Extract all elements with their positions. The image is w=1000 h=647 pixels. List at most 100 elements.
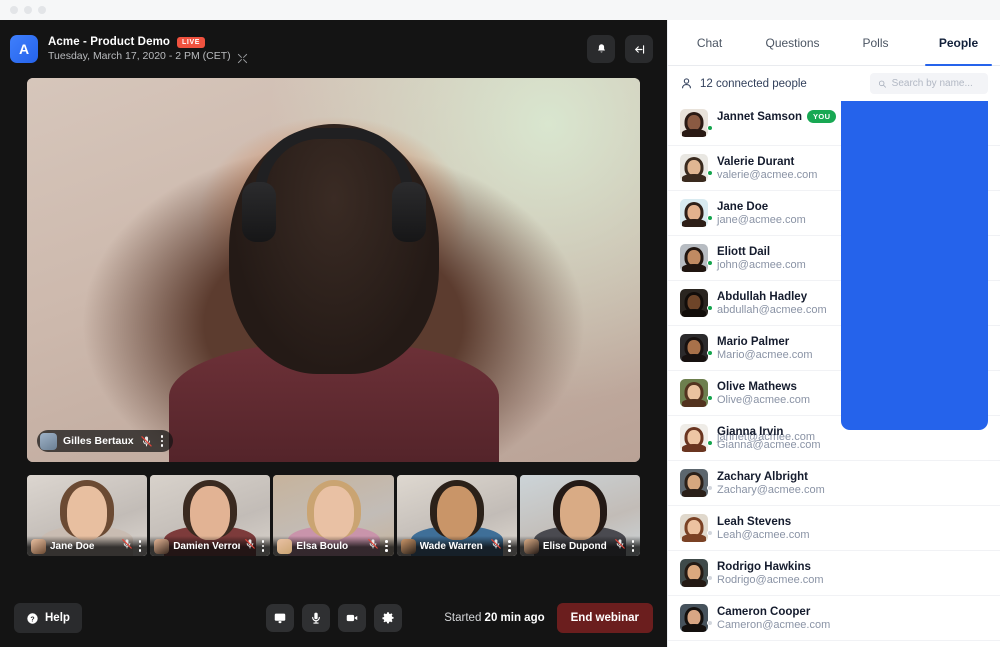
window-minimize-button[interactable]	[24, 6, 32, 14]
person-email: Rodrigo@acmee.com	[717, 573, 824, 586]
participant-thumbnail[interactable]: Jane Doe	[27, 475, 148, 556]
main-video-name-chip: Gilles Bertaux	[37, 430, 174, 452]
people-toolbar: 12 connected people	[668, 66, 1000, 101]
mic-off-icon[interactable]	[490, 537, 502, 555]
window-close-button[interactable]	[10, 6, 18, 14]
tab-people[interactable]: People	[917, 20, 1000, 66]
avatar	[31, 538, 46, 554]
person-email: Gianna@acmee.com	[717, 438, 821, 451]
help-button[interactable]: ? Help	[14, 603, 82, 633]
list-item[interactable]: Rodrigo Hawkins Rodrigo@acmee.com	[668, 551, 1000, 596]
kebab-menu-icon[interactable]	[383, 540, 390, 552]
stage-toolbar: ? Help Started 20 min ago End webinar	[0, 589, 667, 647]
person-info: Gianna Irvin Gianna@acmee.com	[717, 426, 821, 451]
search-input[interactable]	[891, 78, 980, 89]
window-maximize-button[interactable]	[38, 6, 46, 14]
person-name: Jane Doe	[717, 200, 769, 213]
person-email: Zachary@acmee.com	[717, 483, 825, 496]
svg-text:?: ?	[30, 616, 34, 623]
session-started-text: Started 20 min ago	[444, 612, 544, 624]
kebab-menu-icon[interactable]	[630, 540, 637, 552]
tab-chat[interactable]: Chat	[668, 20, 751, 65]
main-video-container: Gilles Bertaux	[0, 78, 667, 462]
microphone-icon	[311, 612, 320, 624]
person-name: Abdullah Hadley	[717, 290, 808, 303]
people-list[interactable]: Jannet SamsonYOUON STAGEjannet@acmee.com…	[668, 101, 1000, 647]
media-controls	[265, 604, 402, 632]
mic-off-icon[interactable]	[367, 537, 379, 555]
mic-off-icon[interactable]	[121, 537, 133, 555]
search-box[interactable]	[870, 73, 988, 94]
thumbnail-name-chip: Elsa Boulo	[273, 536, 394, 556]
main-video-tile[interactable]: Gilles Bertaux	[27, 78, 640, 462]
person-name: Olive Mathews	[717, 380, 797, 393]
thumbnail-participant-name: Elise Dupond	[542, 540, 607, 552]
tab-questions[interactable]: Questions	[751, 20, 834, 65]
list-item[interactable]: Leah Stevens Leah@acmee.com	[668, 506, 1000, 551]
avatar	[680, 334, 713, 362]
participant-thumbnail[interactable]: Wade Warren	[396, 475, 517, 556]
headphone-cup-left	[241, 181, 276, 242]
kebab-menu-icon[interactable]	[159, 435, 166, 447]
person-info: Cameron Cooper Cameron@acmee.com	[717, 606, 830, 631]
participant-thumbnail[interactable]: Damien Verron	[150, 475, 271, 556]
person-name: Zachary Albright	[717, 470, 808, 483]
status-indicator	[707, 620, 713, 626]
camera-button[interactable]	[337, 604, 366, 632]
mic-off-icon[interactable]	[614, 537, 626, 555]
settings-button[interactable]	[373, 604, 402, 632]
person-name: Cameron Cooper	[717, 605, 811, 618]
thumbnail-name-chip: Elise Dupond	[519, 536, 641, 556]
thumbnail-face	[67, 486, 108, 541]
person-name: Rodrigo Hawkins	[717, 560, 811, 573]
status-indicator	[707, 215, 713, 221]
kebab-menu-icon[interactable]	[260, 540, 267, 552]
avatar	[680, 199, 713, 227]
end-webinar-button[interactable]: End webinar	[556, 603, 653, 633]
status-indicator	[707, 485, 713, 491]
thumbnail-name-chip: Jane Doe	[27, 536, 148, 556]
connected-people-count: 12 connected people	[700, 77, 807, 90]
list-item[interactable]: Zachary Albright Zachary@acmee.com	[668, 461, 1000, 506]
status-indicator	[707, 125, 713, 131]
list-item[interactable]: Jannet SamsonYOUON STAGEjannet@acmee.com	[668, 101, 1000, 443]
webinar-header: A Acme - Product Demo LIVE Tuesday, Marc…	[0, 20, 667, 78]
thumbnail-face	[559, 486, 600, 541]
kebab-menu-icon[interactable]	[506, 540, 513, 552]
person-name: Mario Palmer	[717, 335, 790, 348]
avatar	[40, 432, 57, 450]
expand-icon[interactable]	[237, 51, 248, 63]
mic-off-icon[interactable]	[140, 435, 153, 448]
screen-share-button[interactable]	[265, 604, 294, 632]
window-chrome	[0, 0, 1000, 20]
kebab-menu-icon[interactable]	[137, 540, 144, 552]
person-email: john@acmee.com	[717, 258, 806, 271]
camera-icon	[346, 614, 357, 622]
collapse-panel-button[interactable]	[625, 35, 653, 63]
live-badge: LIVE	[177, 36, 206, 48]
person-name: Gianna Irvin	[717, 425, 784, 438]
question-mark-icon: ?	[27, 612, 38, 624]
participant-thumbnail[interactable]: Elise Dupond	[519, 475, 641, 556]
webinar-date: Tuesday, March 17, 2020 - 2 PM (CET)	[48, 50, 231, 62]
avatar	[523, 538, 539, 554]
microphone-button[interactable]	[301, 604, 330, 632]
screen-share-icon	[274, 613, 285, 624]
list-item[interactable]: Cameron Cooper Cameron@acmee.com	[668, 596, 1000, 641]
thumbnail-face	[313, 486, 354, 541]
thumbnail-participant-name: Elsa Boulo	[296, 540, 349, 552]
avatar	[680, 424, 713, 452]
video-stage: A Acme - Product Demo LIVE Tuesday, Marc…	[0, 20, 667, 647]
collapse-panel-icon	[634, 44, 644, 54]
status-indicator	[707, 350, 713, 356]
avatar	[680, 604, 713, 632]
status-indicator	[707, 530, 713, 536]
thumbnail-participant-name: Damien Verron	[173, 540, 240, 552]
notifications-button[interactable]	[587, 35, 615, 63]
mic-off-icon[interactable]	[244, 537, 256, 555]
person-name: Jannet Samson	[717, 110, 802, 123]
tab-polls[interactable]: Polls	[834, 20, 917, 65]
participant-thumbnail[interactable]: Elsa Boulo	[273, 475, 394, 556]
avatar	[680, 514, 713, 542]
avatar	[680, 289, 713, 317]
